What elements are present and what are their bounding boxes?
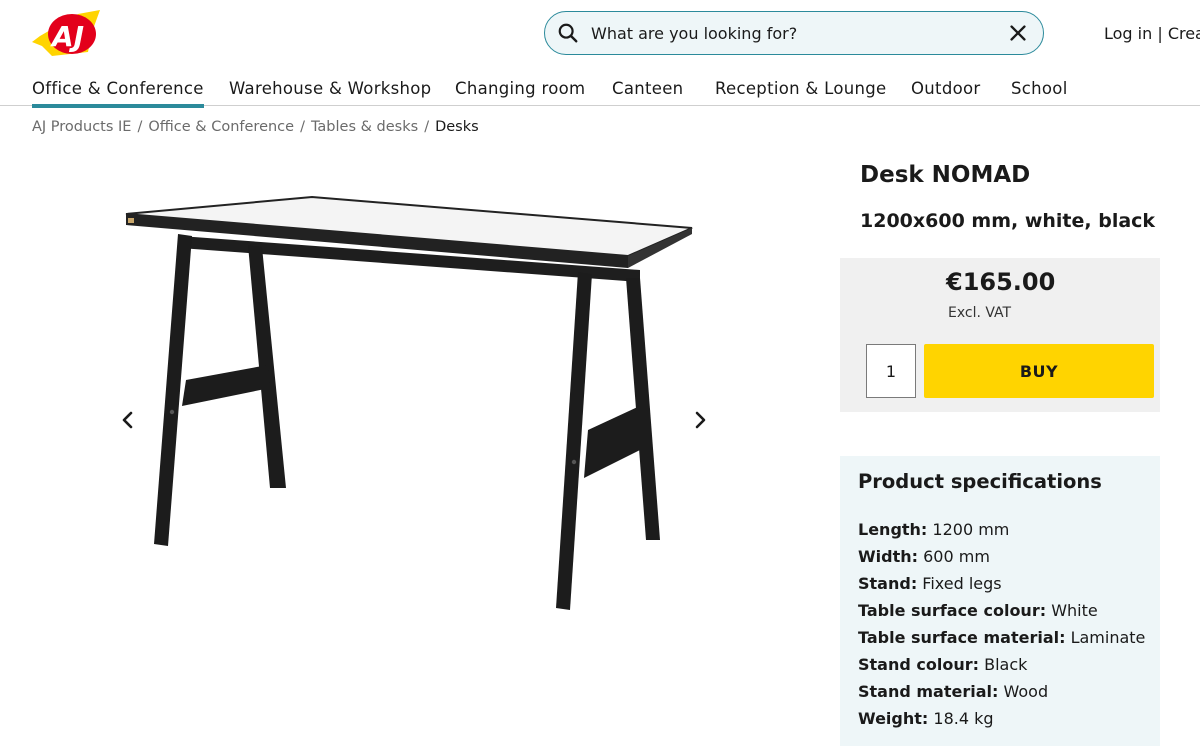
breadcrumb: AJ Products IE / Office & Conference / Table… (32, 119, 479, 135)
spec-value: Black (979, 655, 1028, 674)
create-account-link[interactable]: Creat (1168, 24, 1200, 43)
spec-width: Width: 600 mm (858, 543, 1145, 570)
spec-key: Table surface colour: (858, 601, 1047, 620)
spec-stand-colour: Stand colour: Black (858, 651, 1145, 678)
search-bar[interactable]: What are you looking for? (544, 11, 1044, 55)
category-nav: Office & Conference Warehouse & Workshop… (0, 72, 1200, 108)
breadcrumb-link[interactable]: AJ Products IE (32, 119, 131, 135)
product-specifications: Product specifications Length: 1200 mm W… (840, 456, 1160, 746)
breadcrumb-separator: / (137, 119, 143, 135)
aj-logo[interactable]: AJ (32, 8, 104, 60)
spec-value: 18.4 kg (928, 709, 994, 728)
nav-item-canteen[interactable]: Canteen (612, 79, 683, 98)
close-icon[interactable] (1007, 22, 1029, 44)
breadcrumb-current: Desks (435, 119, 479, 135)
nav-item-changing-room[interactable]: Changing room (455, 79, 585, 98)
spec-surface-colour: Table surface colour: White (858, 597, 1145, 624)
spec-value: White (1046, 601, 1098, 620)
product-subtitle: 1200x600 mm, white, black (860, 210, 1156, 232)
search-input[interactable]: What are you looking for? (591, 24, 1007, 43)
spec-stand: Stand: Fixed legs (858, 570, 1145, 597)
product-title: Desk NOMAD (860, 162, 1031, 188)
spec-key: Table surface material: (858, 628, 1066, 647)
spec-value: Laminate (1065, 628, 1146, 647)
specs-heading: Product specifications (858, 470, 1102, 493)
buy-box: €165.00 Excl. VAT 1 BUY (840, 258, 1160, 412)
breadcrumb-link[interactable]: Office & Conference (148, 119, 294, 135)
spec-weight: Weight: 18.4 kg (858, 705, 1145, 732)
search-icon[interactable] (557, 22, 579, 44)
breadcrumb-link[interactable]: Tables & desks (311, 119, 418, 135)
product-price: €165.00 (946, 268, 1056, 296)
spec-key: Stand material: (858, 682, 999, 701)
nav-item-office-conference[interactable]: Office & Conference (32, 79, 204, 108)
spec-stand-material: Stand material: Wood (858, 678, 1145, 705)
spec-length: Length: 1200 mm (858, 516, 1145, 543)
nav-item-outdoor[interactable]: Outdoor (911, 79, 980, 98)
product-image (125, 195, 693, 610)
spec-list: Length: 1200 mm Width: 600 mm Stand: Fix… (858, 516, 1145, 732)
nav-item-school[interactable]: School (1011, 79, 1068, 98)
breadcrumb-separator: / (300, 119, 305, 135)
spec-value: 1200 mm (927, 520, 1010, 539)
spec-surface-material: Table surface material: Laminate (858, 624, 1145, 651)
spec-key: Weight: (858, 709, 929, 728)
login-link[interactable]: Log in (1104, 24, 1152, 43)
spec-key: Stand colour: (858, 655, 980, 674)
spec-key: Stand: (858, 574, 918, 593)
quantity-input[interactable]: 1 (866, 344, 916, 398)
buy-button[interactable]: BUY (924, 344, 1154, 398)
spec-value: 600 mm (918, 547, 990, 566)
breadcrumb-separator: / (424, 119, 430, 135)
spec-key: Length: (858, 520, 928, 539)
vat-note: Excl. VAT (948, 305, 1012, 321)
nav-item-warehouse-workshop[interactable]: Warehouse & Workshop (229, 79, 431, 98)
svg-text:AJ: AJ (50, 20, 84, 53)
spec-value: Wood (998, 682, 1049, 701)
account-separator: | (1152, 24, 1168, 43)
spec-key: Width: (858, 547, 919, 566)
account-links: Log in | Creat (1104, 24, 1200, 43)
spec-value: Fixed legs (917, 574, 1002, 593)
nav-item-reception-lounge[interactable]: Reception & Lounge (715, 79, 886, 98)
